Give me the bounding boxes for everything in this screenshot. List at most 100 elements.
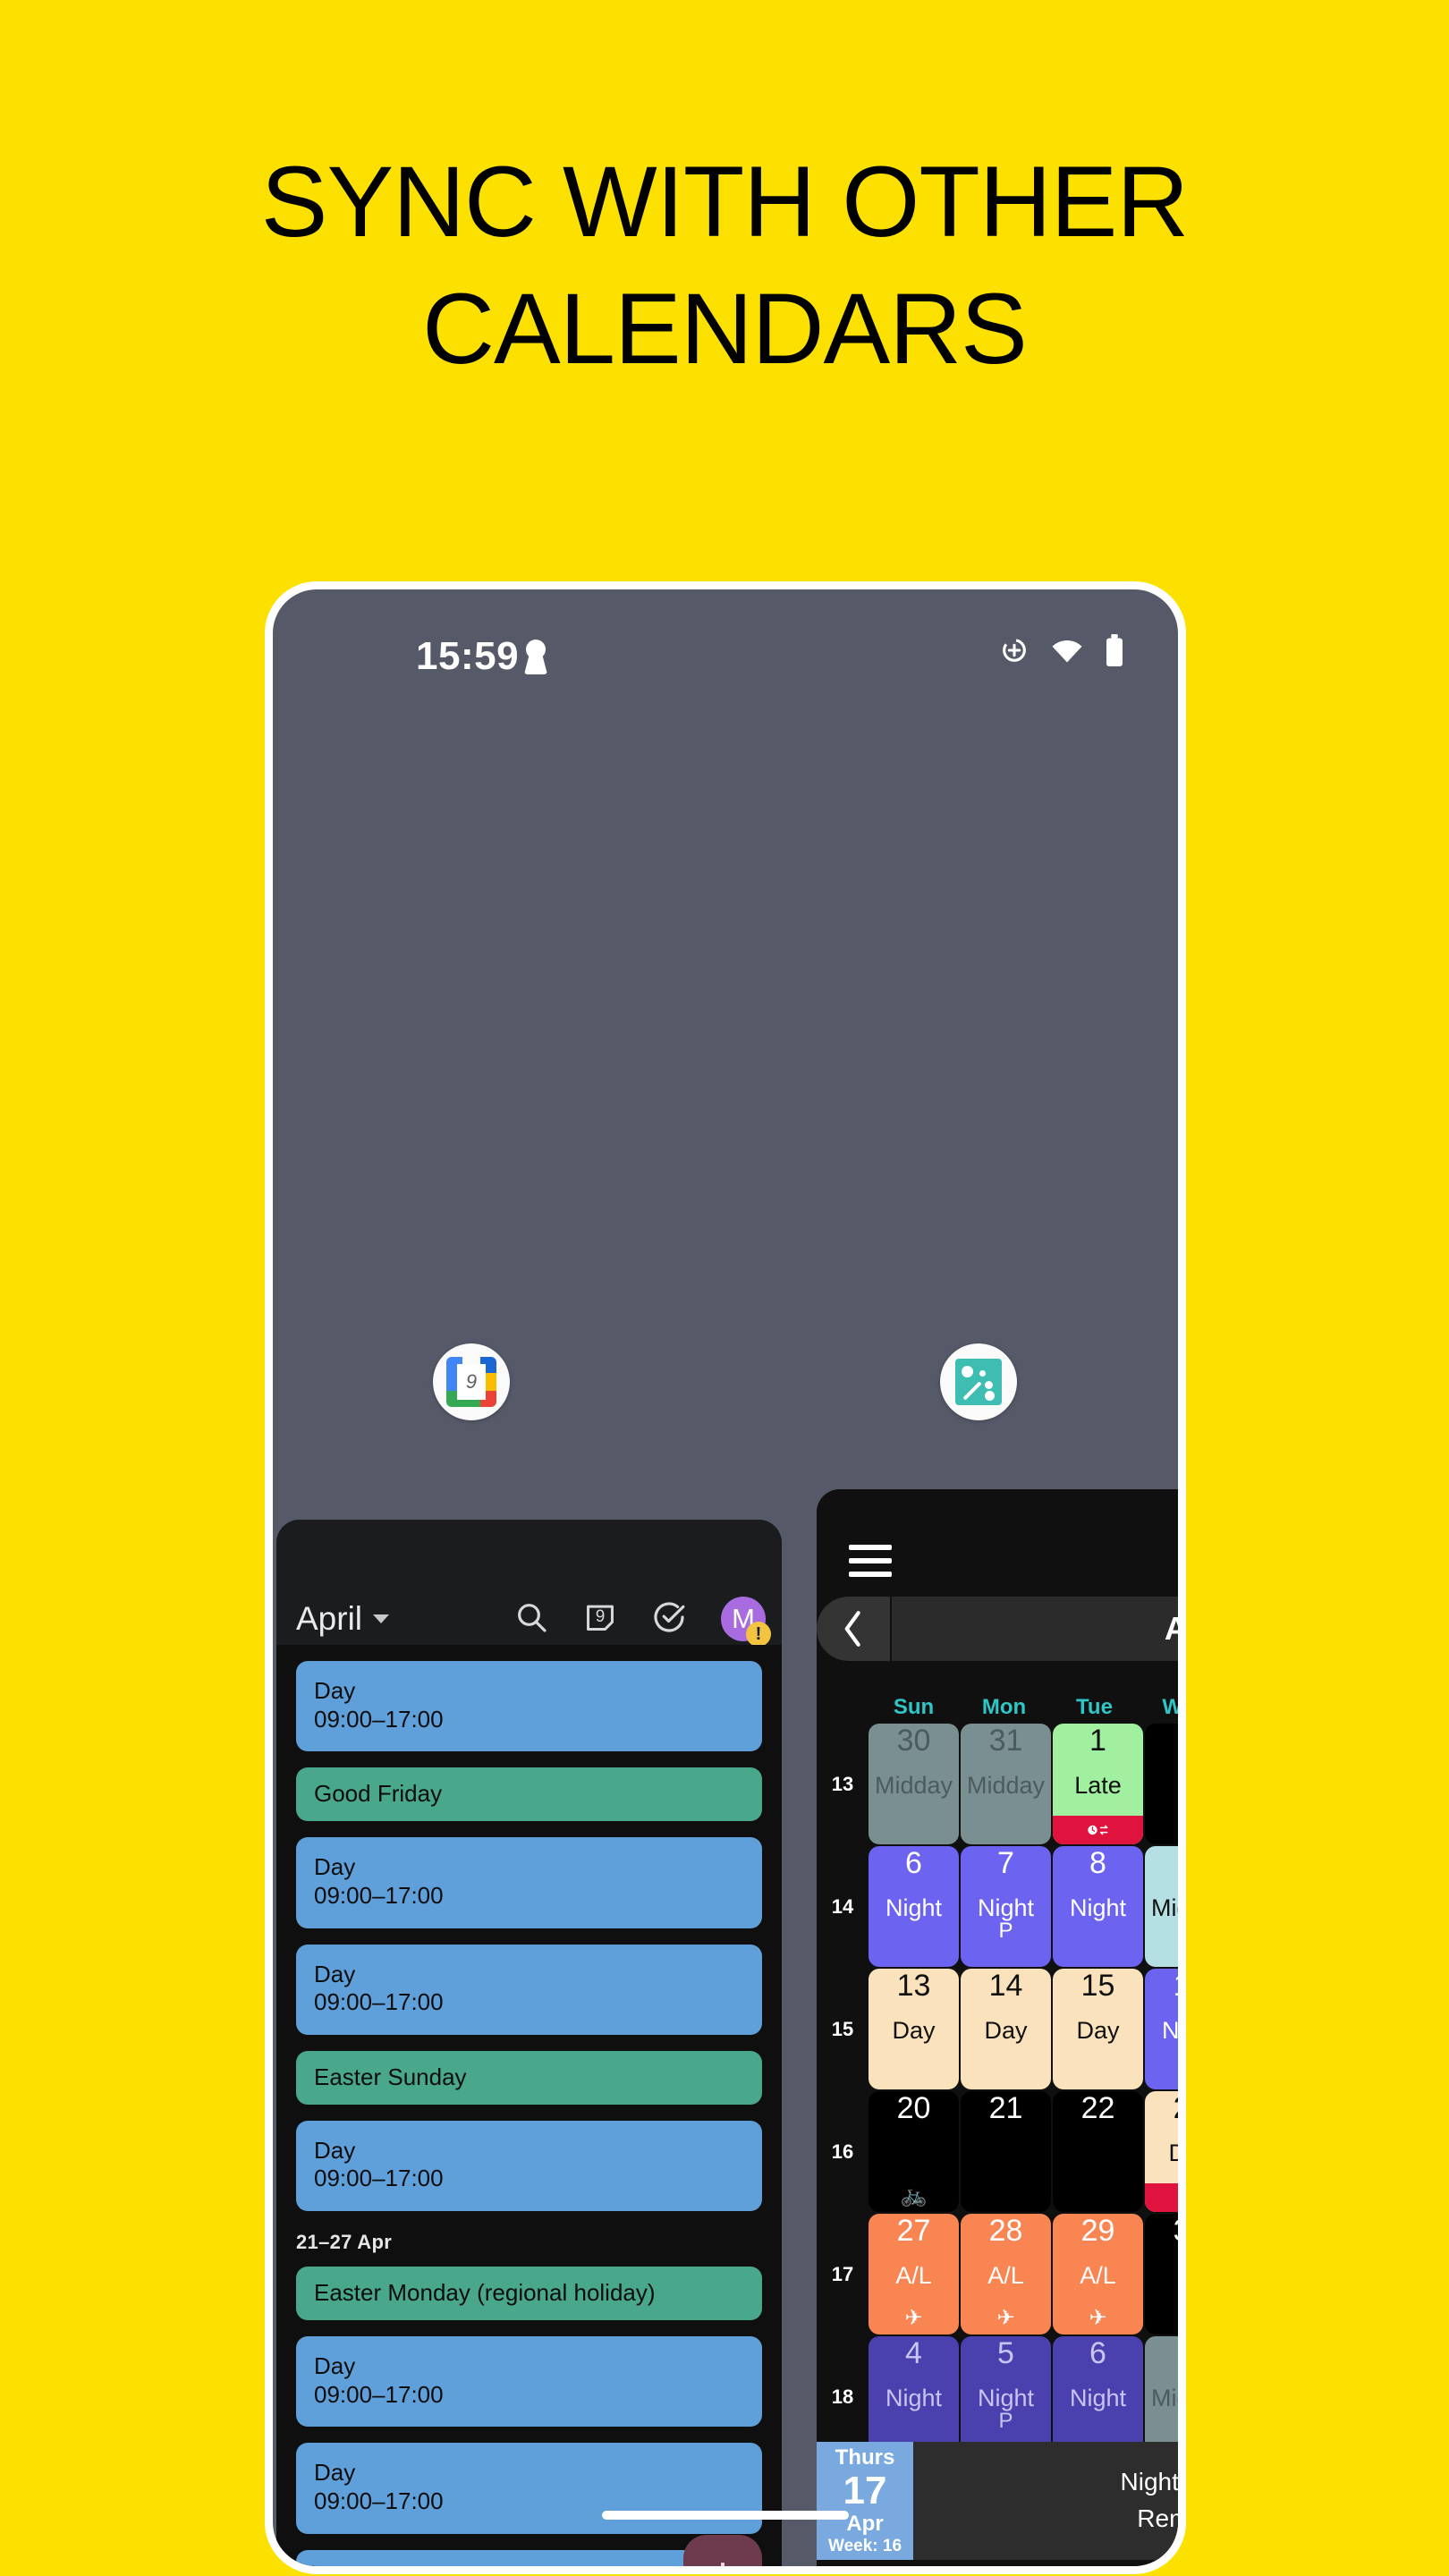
calendar-day-cell[interactable]: 16 Night…: [1145, 1969, 1178, 2089]
event-time: 09:00–17:00: [314, 1705, 444, 1733]
calendar-week-row: 18 4 Night 5NightP 6 Night 7Midday: [817, 2336, 1186, 2457]
status-bar: 15:59: [273, 634, 1178, 688]
calendar-day-cell[interactable]: 6 Night: [1053, 2336, 1143, 2457]
shift-detail-panel[interactable]: Thurs 17 Apr Week: 16 Nights, 19:00 to 0…: [817, 2442, 1178, 2560]
calendar-day-cell[interactable]: 28 A/L ✈: [961, 2214, 1051, 2334]
calendar-day-cell[interactable]: 20 🚲: [869, 2091, 959, 2212]
shift-detail-date: Thurs 17 Apr Week: 16: [817, 2442, 913, 2560]
shift-sublabel: P: [998, 1919, 1013, 1943]
week-cells: 30 Midday 31 Midday 1 Late 2: [869, 1724, 1178, 1844]
shift-detail-text: Nights, 19:00 to 0 Remember Matt: [913, 2442, 1178, 2560]
event-title: Day: [314, 1677, 356, 1704]
list-item[interactable]: Easter Monday (regional holiday): [296, 2267, 762, 2320]
shift-month-title[interactable]: April 2025: [890, 1597, 1178, 1661]
shift-calendar-icon: [955, 1359, 1002, 1405]
list-item[interactable]: Day 09:00–17:00: [296, 2335, 762, 2428]
calendar-day-cell[interactable]: 30 Midday: [869, 1724, 959, 1844]
today-calendar-icon[interactable]: 9: [583, 1600, 617, 1639]
shift-toolbar: [817, 1489, 1178, 1597]
shift-label: A/L: [987, 2261, 1024, 2289]
calendar-day-cell[interactable]: 14 Day: [961, 1969, 1051, 2089]
event-title: Day: [314, 2459, 356, 2487]
event-title: Day: [314, 1853, 356, 1881]
calendar-day-cell[interactable]: 7 Night P: [961, 1846, 1051, 1967]
list-item[interactable]: Easter Sunday: [296, 2051, 762, 2105]
calendar-day-cell[interactable]: 9Midday: [1145, 1846, 1178, 1967]
week-number: 15: [831, 2017, 854, 2040]
week-number: 16: [831, 2140, 854, 2163]
location-add-icon: [999, 635, 1030, 665]
calendar-day-cell[interactable]: 6 Night: [869, 1846, 959, 1967]
shift-calendar-grid[interactable]: 1330Midday31Midday1Late2146Night7NightP8…: [817, 1724, 1186, 2459]
day-header-mon: Mon: [981, 1695, 1027, 1719]
event-time: 09:00–17:00: [314, 1988, 444, 2016]
week-cells: 20 🚲 21 22 23 Day: [869, 2091, 1178, 2212]
shift-label: Day: [984, 2016, 1028, 2044]
calendar-day-cell[interactable]: 21: [961, 2091, 1051, 2212]
gcal-toolbar: April 9 M !: [276, 1520, 782, 1647]
home-indicator[interactable]: [602, 2511, 849, 2520]
calendar-day-cell[interactable]: 30: [1145, 2214, 1178, 2334]
calendar-day-cell[interactable]: 23 Day: [1145, 2091, 1178, 2212]
list-item[interactable]: Day 09:00–17:00: [296, 1661, 762, 1752]
shift-label: Day: [1076, 2016, 1120, 2044]
day-number: 4: [905, 2336, 922, 2370]
list-item[interactable]: Day 09:00–17:00: [296, 1837, 762, 1928]
calendar-day-cell[interactable]: 8 Night: [1053, 1846, 1143, 1967]
calendar-day-cell[interactable]: 22: [1053, 2091, 1143, 2212]
gcal-week-header: 21–27 Apr: [296, 2231, 393, 2254]
day-number: 8: [1089, 1846, 1106, 1880]
day-number: 1: [1089, 1724, 1106, 1758]
day-number: 7: [1182, 2338, 1186, 2370]
list-item[interactable]: Day 09:00–17:00: [296, 2443, 762, 2534]
shift-label: Midday: [1150, 1894, 1178, 1921]
search-input[interactable]: Am I On?: [892, 2569, 1186, 2574]
calendar-day-cell[interactable]: 27 A/L ✈: [869, 2214, 959, 2334]
wifi-icon: [1051, 638, 1083, 663]
calendar-day-cell[interactable]: 7Midday: [1145, 2336, 1186, 2457]
list-item[interactable]: Day 09:00–17:00: [296, 2120, 762, 2212]
day-number: 6: [905, 1846, 922, 1880]
recents-card-google-calendar[interactable]: April 9 M ! Day 09:00–17:00 Good Friday …: [276, 1520, 782, 2567]
calendar-day-cell[interactable]: 13 Day: [869, 1969, 959, 2089]
recents-app-icon-shift-calendar[interactable]: [940, 1343, 1017, 1420]
page-title-line-1: SYNC WITH OTHER: [260, 146, 1190, 258]
shift-label: Midday: [1150, 2384, 1178, 2411]
week-number: 13: [831, 1772, 854, 1795]
calendar-day-cell[interactable]: 29 A/L ✈: [1053, 2214, 1143, 2334]
gcal-month-label[interactable]: April: [296, 1600, 362, 1638]
calendar-week-row: 14 6 Night 7NightP 8 Night 9Midday: [817, 1846, 1178, 1967]
recents-app-icon-google-calendar[interactable]: 9: [433, 1343, 510, 1420]
calendar-day-cell[interactable]: 4 Night: [869, 2336, 959, 2457]
list-item[interactable]: Day 09:00–17:00: [296, 1944, 762, 2036]
calendar-day-cell[interactable]: 31 Midday: [961, 1724, 1051, 1844]
day-number: 30: [896, 1724, 931, 1758]
chevron-down-icon[interactable]: [373, 1614, 390, 1623]
phone-frame: 15:59 9 April 9 M ! Day 09:00–17:00 Good…: [265, 581, 1186, 2574]
list-item[interactable]: Good Friday: [296, 1767, 762, 1822]
day-number: 16: [1174, 1970, 1178, 2003]
week-number: 14: [831, 1894, 854, 1918]
search-icon[interactable]: [513, 1599, 549, 1640]
day-number: 7: [997, 1846, 1014, 1880]
gcal-event-list[interactable]: Day 09:00–17:00 Good Friday Day 09:00–17…: [276, 1645, 782, 2567]
calendar-day-cell[interactable]: 15 Day: [1053, 1969, 1143, 2089]
day-header-wed: Wed: [1162, 1695, 1182, 1719]
calendar-week-row: 13 30 Midday 31 Midday 1 Late 2: [817, 1724, 1178, 1844]
recents-card-shift-calendar[interactable]: April 2025 Clare's shifts Sun Mon Tue We…: [817, 1489, 1186, 2574]
calendar-day-cell[interactable]: 2: [1145, 1724, 1178, 1844]
calendar-day-cell[interactable]: 1 Late: [1053, 1724, 1143, 1844]
day-number: 27: [896, 2214, 931, 2248]
event-title: Day: [314, 2566, 744, 2567]
tasks-check-icon[interactable]: [651, 1599, 687, 1640]
airplane-icon: ✈: [1089, 2306, 1107, 2330]
prev-month-button[interactable]: [817, 1597, 890, 1661]
day-header-sun: Sun: [893, 1695, 935, 1719]
add-event-button[interactable]: +: [683, 2535, 762, 2566]
calendar-day-cell[interactable]: 5 Night P: [961, 2336, 1051, 2457]
shift-label: Midday: [966, 1771, 1046, 1799]
hamburger-menu-icon[interactable]: [849, 1545, 892, 1585]
avatar[interactable]: M !: [721, 1597, 771, 1647]
bicycle-icon: 🚲: [900, 2183, 928, 2207]
avatar-alert-badge: !: [746, 1622, 771, 1647]
